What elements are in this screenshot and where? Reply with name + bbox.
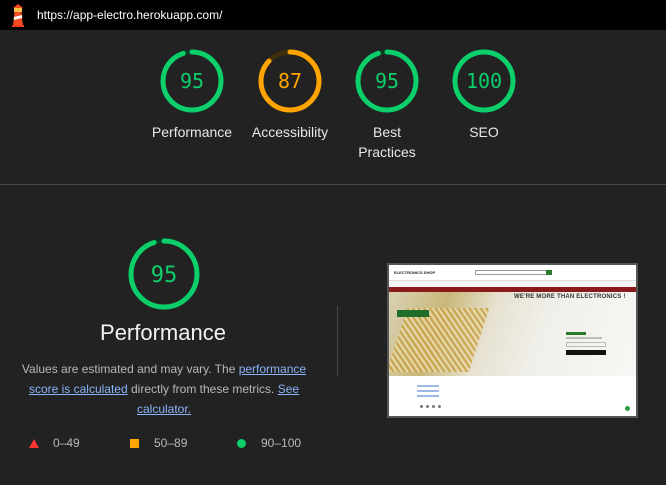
- legend-range: 0–49: [53, 436, 80, 450]
- thumbnail-search: [475, 270, 547, 275]
- legend-item-average: 50–89: [130, 436, 187, 450]
- performance-heading: Performance: [100, 320, 226, 345]
- thumbnail-carousel-dots: [420, 405, 441, 408]
- thumbnail-navbar: ELECTRONICS SHOP: [389, 265, 636, 281]
- circle-icon: [237, 438, 246, 448]
- gauge-label: Accessibility: [251, 124, 329, 140]
- gauge-label: Best: [372, 124, 401, 140]
- score-ring-icon: 95: [355, 49, 419, 113]
- report-url[interactable]: https://app-electro.herokuapp.com/: [37, 8, 222, 22]
- performance-score-ring-icon: 95: [128, 238, 200, 310]
- thumbnail-tagline: WE'RE MORE THAN ELECTRONICS !: [514, 294, 626, 300]
- gauge-performance[interactable]: 95 Performance: [137, 48, 247, 142]
- thumbnail-links: [417, 385, 439, 400]
- gauge-label: SEO: [469, 124, 499, 140]
- gauge-label-line2: Practices: [358, 144, 416, 160]
- performance-description: Values are estimated and may vary. The p…: [14, 359, 314, 419]
- legend-range: 90–100: [261, 436, 302, 450]
- page-screenshot-thumbnail[interactable]: ELECTRONICS SHOP WE'RE MORE THAN ELECTRO…: [387, 263, 638, 418]
- thumbnail-hero-button: [397, 310, 429, 317]
- score-value: 95: [180, 69, 204, 93]
- gauge-accessibility[interactable]: 87 Accessibility: [235, 48, 345, 142]
- description-text: Values are estimated and may vary. The: [21, 362, 239, 376]
- thumbnail-newsletter: [566, 332, 610, 368]
- description-text: directly from these metrics.: [127, 382, 278, 396]
- triangle-icon: [29, 438, 39, 448]
- lighthouse-logo-icon: [12, 4, 24, 27]
- thumbnail-brand: ELECTRONICS SHOP: [394, 270, 436, 275]
- section-divider: [0, 184, 666, 185]
- square-icon: [130, 438, 139, 448]
- vertical-divider: [337, 306, 338, 376]
- performance-score-value: 95: [151, 263, 178, 288]
- score-ring-icon: 95: [160, 49, 224, 113]
- score-value: 87: [278, 69, 302, 93]
- legend-range: 50–89: [154, 436, 188, 450]
- score-value: 95: [375, 69, 399, 93]
- gauge-label: Performance: [151, 124, 233, 140]
- score-ring-icon: 100: [452, 49, 516, 113]
- gauge-best-practices[interactable]: 95 Best Practices: [332, 48, 442, 162]
- url-bar: https://app-electro.herokuapp.com/: [0, 0, 666, 30]
- thumbnail-search-button: [546, 270, 552, 275]
- score-value: 100: [466, 69, 502, 93]
- legend-item-fail: 0–49: [29, 436, 80, 450]
- gauge-seo[interactable]: 100 SEO: [429, 48, 539, 142]
- score-ring-icon: 87: [258, 49, 322, 113]
- legend-item-pass: 90–100: [237, 436, 301, 450]
- thumbnail-chat-icon: [625, 406, 630, 411]
